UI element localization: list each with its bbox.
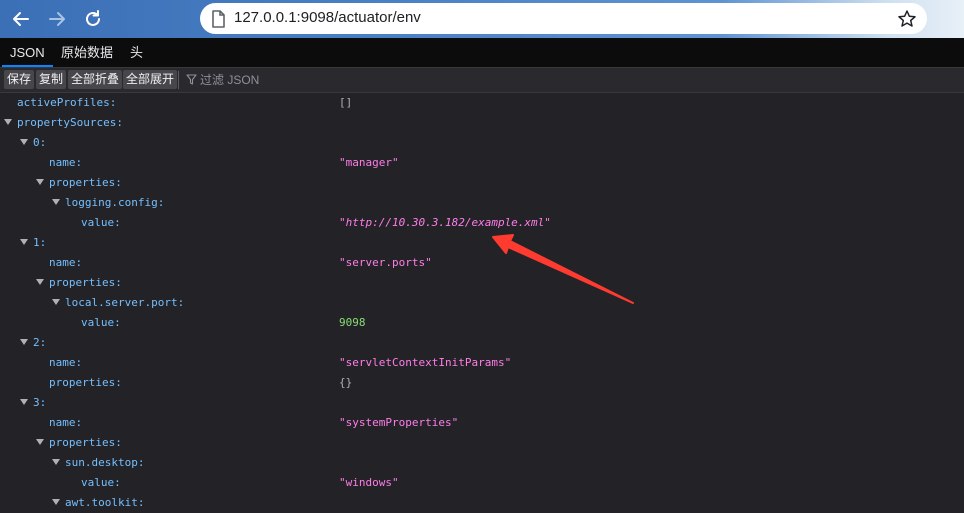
json-row[interactable]: propertySources: bbox=[0, 113, 964, 133]
json-value: "windows" bbox=[339, 476, 399, 489]
arrow-right-icon bbox=[49, 12, 65, 26]
json-row[interactable]: 1: bbox=[0, 233, 964, 253]
forward-button[interactable] bbox=[46, 8, 68, 30]
json-value: [] bbox=[339, 96, 353, 109]
json-key: 3: bbox=[33, 396, 47, 409]
back-button[interactable] bbox=[10, 8, 32, 30]
triangle-down-icon[interactable] bbox=[52, 299, 60, 306]
json-key: value: bbox=[81, 216, 121, 229]
filter-icon bbox=[186, 74, 197, 85]
json-row: value: "windows" bbox=[0, 473, 964, 493]
json-tree: activeProfiles:[] propertySources: 0: name:… bbox=[0, 93, 964, 509]
json-key: 1: bbox=[33, 236, 47, 249]
copy-button[interactable]: 复制 bbox=[36, 70, 67, 89]
star-icon[interactable] bbox=[897, 9, 917, 29]
json-key: name: bbox=[49, 156, 83, 169]
json-row[interactable]: properties: bbox=[0, 173, 964, 193]
reload-button[interactable] bbox=[82, 8, 104, 30]
toolbar-divider bbox=[178, 71, 179, 89]
json-key: sun.desktop: bbox=[65, 456, 145, 469]
json-key: name: bbox=[49, 416, 83, 429]
triangle-down-icon[interactable] bbox=[20, 239, 28, 246]
json-row[interactable]: 3: bbox=[0, 393, 964, 413]
arrow-left-icon bbox=[13, 12, 29, 26]
json-key: name: bbox=[49, 256, 83, 269]
json-value: 9098 bbox=[339, 316, 366, 329]
json-row[interactable]: 0: bbox=[0, 133, 964, 153]
json-row[interactable]: properties: bbox=[0, 433, 964, 453]
json-row[interactable]: sun.desktop: bbox=[0, 453, 964, 473]
json-key: properties: bbox=[49, 376, 122, 389]
json-row: name: "manager" bbox=[0, 153, 964, 173]
json-key: awt.toolkit: bbox=[65, 496, 145, 509]
page-info-icon bbox=[212, 10, 225, 28]
json-key: value: bbox=[81, 476, 121, 489]
json-key: 2: bbox=[33, 336, 47, 349]
json-row: name: "systemProperties" bbox=[0, 413, 964, 433]
json-row[interactable]: 2: bbox=[0, 333, 964, 353]
triangle-down-icon[interactable] bbox=[20, 339, 28, 346]
json-row[interactable]: awt.toolkit: bbox=[0, 493, 964, 513]
url-text: 127.0.0.1:9098/actuator/env bbox=[234, 9, 421, 26]
json-toolbar: 保存 复制 全部折叠 全部展开 过滤 JSON bbox=[0, 68, 964, 93]
json-row[interactable]: local.server.port: bbox=[0, 293, 964, 313]
json-key: local.server.port: bbox=[65, 296, 185, 309]
json-key: properties: bbox=[49, 276, 122, 289]
browser-toolbar: 127.0.0.1:9098/actuator/env bbox=[0, 0, 964, 38]
json-key: activeProfiles: bbox=[17, 96, 117, 109]
json-value: "servletContextInitParams" bbox=[339, 356, 512, 369]
json-row[interactable]: properties: bbox=[0, 273, 964, 293]
triangle-down-icon[interactable] bbox=[20, 139, 28, 146]
triangle-down-icon[interactable] bbox=[4, 119, 12, 126]
json-value: "http://10.30.3.182/example.xml" bbox=[339, 216, 551, 229]
tab-raw-data[interactable]: 原始数据 bbox=[53, 38, 121, 67]
reload-icon bbox=[86, 10, 100, 26]
json-value: "manager" bbox=[339, 156, 399, 169]
json-value: "systemProperties" bbox=[339, 416, 459, 429]
json-key: name: bbox=[49, 356, 83, 369]
triangle-down-icon[interactable] bbox=[36, 439, 44, 446]
json-row: activeProfiles: [] bbox=[0, 93, 964, 113]
json-key: properties: bbox=[49, 436, 122, 449]
json-key: logging.config: bbox=[65, 196, 165, 209]
json-row: properties: {} bbox=[0, 373, 964, 393]
json-row: name: "server.ports" bbox=[0, 253, 964, 273]
save-button[interactable]: 保存 bbox=[4, 70, 35, 89]
json-row: name: "servletContextInitParams" bbox=[0, 353, 964, 373]
json-row[interactable]: logging.config: bbox=[0, 193, 964, 213]
triangle-down-icon[interactable] bbox=[52, 499, 60, 506]
filter-json-input[interactable]: 过滤 JSON bbox=[200, 71, 259, 89]
tab-json[interactable]: JSON bbox=[2, 38, 53, 67]
triangle-down-icon[interactable] bbox=[36, 279, 44, 286]
json-value: "server.ports" bbox=[339, 256, 432, 269]
triangle-down-icon[interactable] bbox=[36, 179, 44, 186]
json-value: {} bbox=[339, 376, 353, 389]
viewer-tabs: JSON 原始数据 头 bbox=[0, 38, 964, 68]
collapse-all-button[interactable]: 全部折叠 bbox=[68, 70, 123, 89]
expand-all-button[interactable]: 全部展开 bbox=[123, 70, 178, 89]
tab-headers[interactable]: 头 bbox=[122, 38, 151, 67]
address-bar[interactable]: 127.0.0.1:9098/actuator/env bbox=[200, 3, 927, 34]
json-row: value: "http://10.30.3.182/example.xml" bbox=[0, 213, 964, 233]
json-key: properties: bbox=[49, 176, 122, 189]
triangle-down-icon[interactable] bbox=[52, 199, 60, 206]
json-row: value: 9098 bbox=[0, 313, 964, 333]
json-key: 0: bbox=[33, 136, 47, 149]
json-key: value: bbox=[81, 316, 121, 329]
json-key: propertySources: bbox=[17, 116, 123, 129]
triangle-down-icon[interactable] bbox=[52, 459, 60, 466]
triangle-down-icon[interactable] bbox=[20, 399, 28, 406]
